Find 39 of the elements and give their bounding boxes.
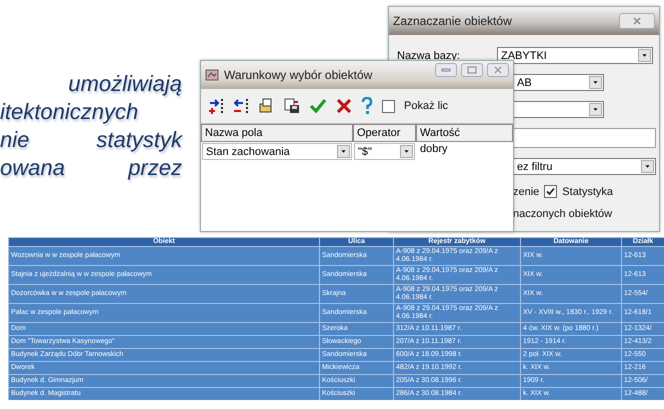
cancel-icon[interactable]: [336, 98, 352, 114]
window-title: Zaznaczanie obiektów: [393, 14, 512, 28]
help-icon[interactable]: [361, 97, 373, 115]
database-dropdown[interactable]: ZABYTKI: [497, 47, 653, 64]
remove-row-icon[interactable]: [234, 98, 250, 114]
close-icon: [493, 66, 503, 74]
field-dropdown[interactable]: Stan zachowania: [202, 143, 352, 160]
layer-dropdown[interactable]: AB: [513, 74, 604, 91]
statistics-label: Statystyka: [562, 186, 614, 198]
slide-text-line: itektonicznych: [0, 98, 140, 126]
value-cell[interactable]: dobry: [416, 142, 513, 161]
option-label: zenie: [513, 186, 540, 198]
close-button[interactable]: [487, 63, 509, 77]
maximize-button[interactable]: [461, 63, 483, 77]
column-header[interactable]: Operator: [353, 124, 416, 142]
close-button[interactable]: [619, 13, 655, 29]
minimize-icon: [441, 67, 451, 73]
operator-dropdown[interactable]: "$": [354, 143, 415, 160]
minimize-button[interactable]: [435, 63, 457, 77]
close-icon: [632, 17, 642, 25]
slide-text-line: nie statystyk: [0, 126, 182, 154]
column-header[interactable]: Wartość: [416, 124, 513, 142]
slide-text-line: owana przez: [0, 154, 182, 182]
selected-objects-text: naczonych obiektów: [513, 208, 614, 220]
window-title: Warunkowy wybór obiektów: [224, 68, 372, 82]
database-label: Nazwa bazy:: [397, 50, 461, 62]
column-header[interactable]: Nazwa pola: [201, 124, 353, 142]
slide-text-line: umożliwiają: [67, 70, 182, 98]
add-row-icon[interactable]: [209, 98, 225, 114]
save-icon[interactable]: [284, 98, 300, 114]
text-field[interactable]: [513, 128, 656, 148]
maximize-icon: [467, 66, 477, 74]
show-checkbox[interactable]: [382, 100, 395, 112]
empty-dropdown[interactable]: [513, 101, 604, 118]
show-checkbox-label: Pokaż lic: [404, 100, 448, 112]
filter-dropdown[interactable]: ez filtru: [513, 158, 656, 175]
checkmark-icon[interactable]: [309, 98, 327, 114]
app-icon: [205, 69, 219, 81]
statistics-checkbox[interactable]: [544, 185, 558, 198]
